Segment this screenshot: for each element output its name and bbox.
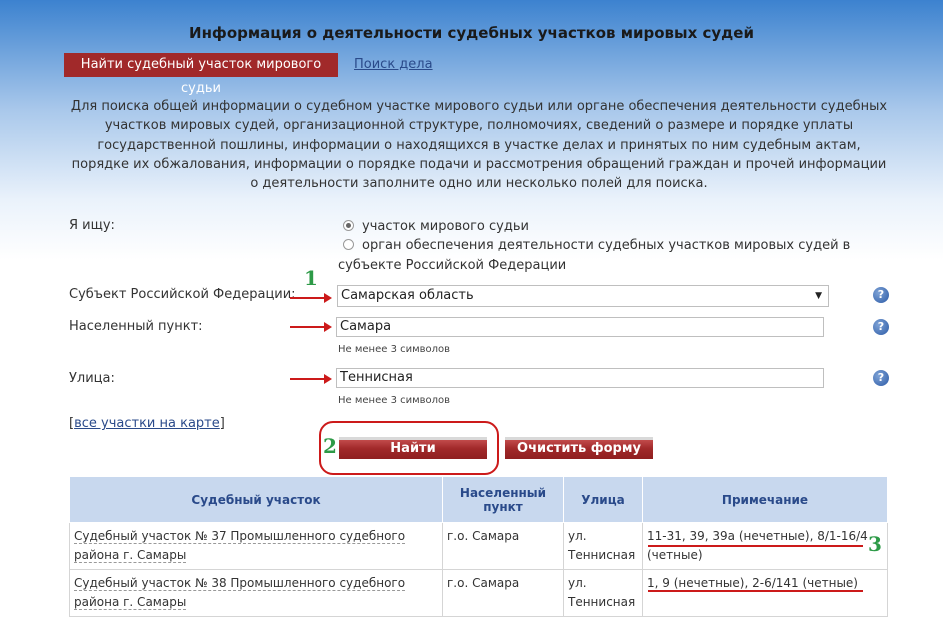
city-label: Населенный пункт:: [69, 319, 203, 334]
annotation-arrow-street: [290, 374, 332, 384]
help-icon-street[interactable]: ?: [873, 370, 889, 386]
street-input[interactable]: Теннисная: [336, 368, 824, 388]
subject-select[interactable]: Самарская область ▼: [337, 285, 829, 307]
subject-label: Субъект Российской Федерации:: [69, 287, 296, 302]
street-cell: ул. Теннисная: [563, 522, 643, 570]
subject-select-value: Самарская область: [341, 288, 474, 303]
radio-court[interactable]: [343, 220, 354, 231]
annotation-underline-row2: [648, 590, 863, 592]
annotation-number-3: 3: [868, 532, 882, 556]
annotation-underline-row1: [648, 545, 863, 547]
column-header-court: Судебный участок: [69, 476, 443, 523]
radio-authority[interactable]: [343, 239, 354, 250]
radio-authority-label-line2: субъекте Российской Федерации: [338, 258, 567, 273]
city-hint: Не менее 3 символов: [338, 344, 451, 355]
street-label: Улица:: [69, 371, 115, 386]
intro-text: Для поиска общей информации о судебном у…: [70, 99, 888, 192]
column-header-street: Улица: [563, 476, 643, 523]
chevron-down-icon: ▼: [815, 291, 822, 301]
seek-label: Я ищу:: [69, 218, 115, 233]
annotation-number-1: 1: [304, 266, 318, 290]
street-hint: Не менее 3 символов: [338, 395, 451, 406]
annotation-arrow-1: [290, 293, 332, 303]
map-link-wrapper: [все участки на карте]: [69, 416, 225, 431]
tab-find-court[interactable]: Найти судебный участок мирового судьи: [64, 53, 338, 96]
city-cell: г.о. Самара: [442, 522, 564, 570]
table-row: Судебный участок № 38 Промышленного суде…: [69, 569, 888, 617]
page-title: Информация о деятельности судебных участ…: [189, 24, 754, 42]
find-button[interactable]: Найти: [339, 437, 487, 459]
annotation-number-2: 2: [323, 434, 337, 458]
street-cell: ул. Теннисная: [563, 569, 643, 617]
annotation-arrow-city: [290, 322, 332, 332]
tab-case-search[interactable]: Поиск дела: [354, 57, 433, 72]
city-cell: г.о. Самара: [442, 569, 564, 617]
help-icon-subject[interactable]: ?: [873, 287, 889, 303]
column-header-note: Примечание: [642, 476, 888, 523]
radio-court-label: участок мирового судьи: [362, 219, 529, 234]
radio-authority-label-line1: орган обеспечения деятельности судебных …: [362, 238, 851, 253]
note-cell: 1, 9 (нечетные), 2-6/141 (четные): [642, 569, 888, 617]
all-courts-map-link[interactable]: все участки на карте: [74, 416, 220, 431]
court-cell[interactable]: Судебный участок № 38 Промышленного суде…: [69, 569, 443, 617]
clear-form-button[interactable]: Очистить форму: [505, 437, 653, 459]
court-cell[interactable]: Судебный участок № 37 Промышленного суде…: [69, 522, 443, 570]
help-icon-city[interactable]: ?: [873, 319, 889, 335]
column-header-city: Населенный пункт: [442, 476, 564, 523]
city-input[interactable]: Самара: [336, 317, 824, 337]
